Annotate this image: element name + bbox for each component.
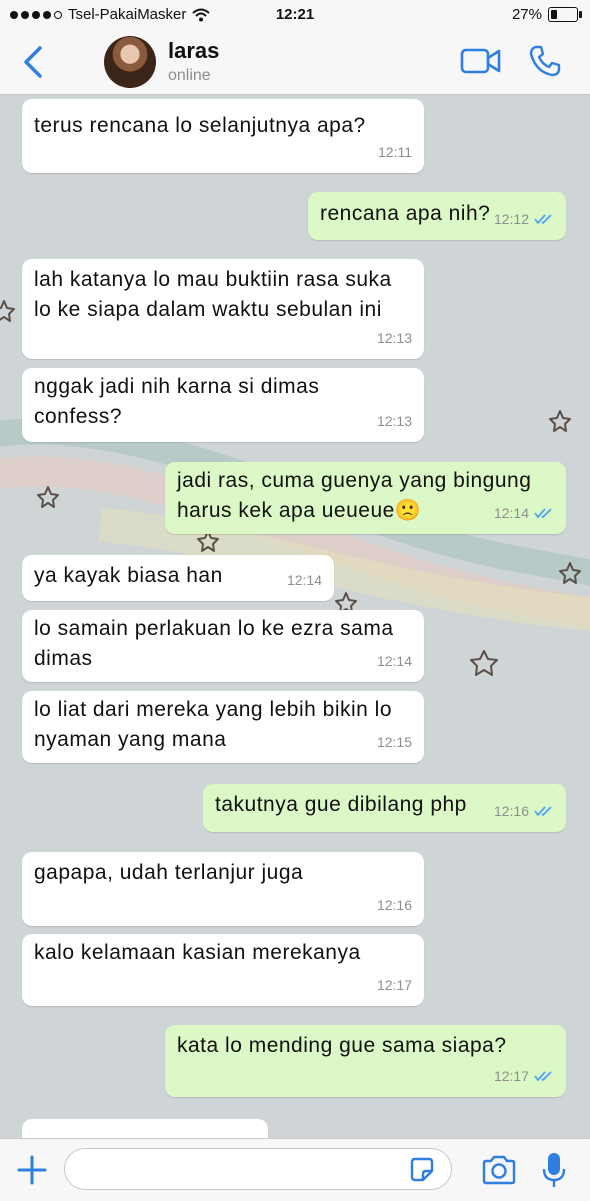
read-ticks-icon bbox=[534, 508, 552, 519]
message-text: ya kayak biasa han bbox=[34, 564, 223, 587]
outgoing-message[interactable]: takutnya gue dibilang php 12:16 bbox=[203, 784, 566, 832]
contact-presence: online bbox=[168, 67, 211, 84]
contact-avatar[interactable] bbox=[104, 36, 156, 88]
incoming-message[interactable]: kalo kelamaan kasian merekanya 12:17 bbox=[22, 934, 424, 1006]
message-meta: 12:16 bbox=[377, 890, 412, 920]
contact-name[interactable]: laras bbox=[168, 38, 219, 64]
clock: 12:21 bbox=[275, 6, 315, 23]
read-ticks-icon bbox=[534, 214, 552, 225]
message-meta: 12:17 bbox=[377, 970, 412, 1000]
message-text: takutnya gue dibilang php bbox=[215, 793, 467, 816]
message-time: 12:15 bbox=[376, 734, 412, 750]
outgoing-message[interactable]: kata lo mending gue sama siapa? 12:17 bbox=[165, 1025, 566, 1097]
read-ticks-icon bbox=[534, 806, 552, 817]
sticker-icon[interactable] bbox=[408, 1156, 436, 1184]
outgoing-message[interactable]: rencana apa nih? 12:12 bbox=[308, 192, 566, 240]
incoming-message[interactable]: lo samain perlakuan lo ke ezra sama dima… bbox=[22, 610, 424, 682]
incoming-message[interactable]: lo liat dari mereka yang lebih bikin lo … bbox=[22, 691, 424, 763]
incoming-message[interactable]: terus rencana lo selanjutnya apa? 12:11 bbox=[22, 99, 424, 173]
attach-plus-icon[interactable] bbox=[16, 1154, 48, 1186]
message-time: 12:11 bbox=[378, 144, 412, 160]
battery-group: 27% bbox=[511, 6, 582, 23]
composer-bar bbox=[0, 1138, 590, 1201]
message-input[interactable] bbox=[64, 1148, 452, 1190]
message-meta: 12:13 bbox=[377, 406, 412, 436]
message-meta: 12:16 bbox=[494, 796, 554, 826]
message-time: 12:16 bbox=[376, 897, 412, 913]
message-time: 12:14 bbox=[376, 653, 412, 669]
incoming-message[interactable]: ya kayak biasa han 12:14 bbox=[22, 555, 334, 601]
message-meta: 12:14 bbox=[377, 646, 412, 676]
video-call-icon[interactable] bbox=[460, 46, 502, 76]
voice-call-icon[interactable] bbox=[528, 44, 562, 78]
message-text: nggak jadi nih karna si dimas confess? bbox=[34, 375, 320, 428]
message-time: 12:16 bbox=[493, 803, 529, 819]
camera-icon[interactable] bbox=[481, 1154, 517, 1186]
message-time: 12:12 bbox=[493, 211, 529, 227]
status-bar: Tsel-PakaiMasker 12:21 27% bbox=[0, 0, 590, 34]
message-meta: 12:15 bbox=[377, 727, 412, 757]
message-meta: 12:11 bbox=[378, 137, 412, 167]
message-time: 12:14 bbox=[493, 505, 529, 521]
incoming-message-partial[interactable] bbox=[22, 1119, 268, 1138]
outgoing-message[interactable]: jadi ras, cuma guenya yang bingung harus… bbox=[165, 462, 566, 534]
message-meta: 12:13 bbox=[377, 323, 412, 353]
message-meta: 12:14 bbox=[287, 565, 322, 595]
message-time: 12:17 bbox=[493, 1068, 529, 1084]
message-meta: 12:17 bbox=[494, 1061, 554, 1091]
message-time: 12:17 bbox=[376, 977, 412, 993]
message-time: 12:13 bbox=[376, 330, 412, 346]
message-list[interactable]: terus rencana lo selanjutnya apa? 12:11 … bbox=[0, 95, 590, 1138]
incoming-message[interactable]: lah katanya lo mau buktiin rasa suka lo … bbox=[22, 259, 424, 359]
message-time: 12:13 bbox=[376, 413, 412, 429]
message-text: lo liat dari mereka yang lebih bikin lo … bbox=[34, 698, 393, 751]
incoming-message[interactable]: nggak jadi nih karna si dimas confess? 1… bbox=[22, 368, 424, 442]
message-text: kalo kelamaan kasian merekanya bbox=[34, 941, 361, 964]
message-text: kata lo mending gue sama siapa? bbox=[177, 1034, 507, 1057]
message-text: jadi ras, cuma guenya yang bingung harus… bbox=[177, 469, 532, 522]
message-text: lah katanya lo mau buktiin rasa suka lo … bbox=[34, 268, 392, 321]
message-meta: 12:12 bbox=[494, 204, 554, 234]
battery-percent: 27% bbox=[511, 6, 542, 23]
read-ticks-icon bbox=[534, 1071, 552, 1082]
back-chevron-icon[interactable] bbox=[18, 42, 50, 82]
message-text: rencana apa nih? bbox=[320, 202, 491, 225]
chat-header: laras online bbox=[0, 34, 590, 95]
message-text: gapapa, udah terlanjur juga bbox=[34, 861, 304, 884]
message-text: terus rencana lo selanjutnya apa? bbox=[34, 114, 366, 137]
message-text: lo samain perlakuan lo ke ezra sama dima… bbox=[34, 617, 394, 670]
battery-icon bbox=[548, 7, 582, 22]
microphone-icon[interactable] bbox=[542, 1151, 566, 1189]
message-time: 12:14 bbox=[286, 572, 322, 588]
message-meta: 12:14 bbox=[494, 498, 554, 528]
incoming-message[interactable]: gapapa, udah terlanjur juga 12:16 bbox=[22, 852, 424, 926]
